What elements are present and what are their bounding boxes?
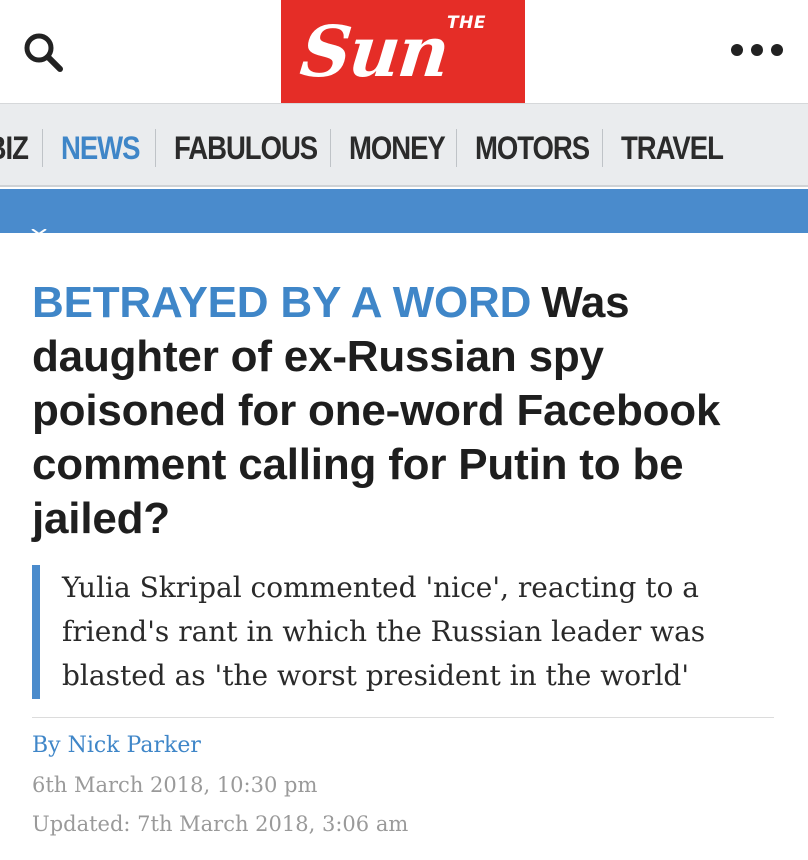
search-icon [24, 33, 63, 72]
section-banner [0, 189, 808, 233]
nav-track: TV & SHOWBIZ NEWS FABULOUS MONEY MOTORS … [0, 128, 740, 168]
nav-divider [456, 129, 458, 167]
chevron-down-icon [31, 229, 47, 235]
nav-divider [154, 129, 156, 167]
updated-date: Updated: 7th March 2018, 3:06 am [32, 812, 409, 836]
divider [32, 717, 774, 718]
nav-item-fabulous[interactable]: FABULOUS [174, 128, 318, 168]
article-standfirst: Yulia Skripal commented 'nice', reacting… [32, 565, 772, 699]
nav-divider [42, 129, 44, 167]
logo-sun-text: Sun [296, 10, 452, 93]
search-button[interactable] [20, 28, 68, 76]
site-header: THE Sun [0, 0, 808, 103]
site-logo[interactable]: THE Sun [281, 0, 525, 103]
nav-item-motors[interactable]: MOTORS [475, 128, 590, 168]
headline-kicker: BETRAYED BY A WORD [32, 278, 532, 327]
nav-item-money[interactable]: MONEY [349, 128, 446, 168]
author-link[interactable]: Nick Parker [68, 733, 201, 758]
nav-divider [330, 129, 332, 167]
article-headline: BETRAYED BY A WORD Was daughter of ex-Rus… [32, 276, 782, 546]
logo-the-text: THE [447, 13, 486, 33]
more-menu-button[interactable] [726, 30, 790, 70]
nav-item-news[interactable]: NEWS [61, 128, 140, 168]
nav-item-travel[interactable]: TRAVEL [621, 128, 724, 168]
nav-item-tv-showbiz[interactable]: TV & SHOWBIZ [0, 128, 29, 168]
byline: By Nick Parker [32, 731, 201, 761]
published-date: 6th March 2018, 10:30 pm [32, 773, 318, 797]
byline-prefix: By [32, 733, 61, 758]
nav-divider [602, 129, 604, 167]
more-dots-icon [731, 44, 783, 56]
section-nav: TV & SHOWBIZ NEWS FABULOUS MONEY MOTORS … [0, 103, 808, 187]
